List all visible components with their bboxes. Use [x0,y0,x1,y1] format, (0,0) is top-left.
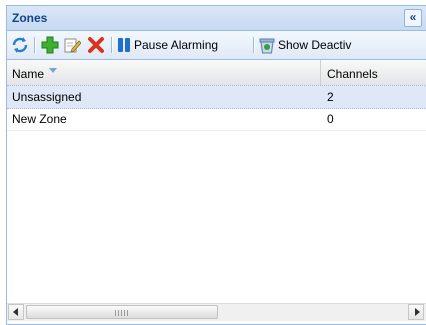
column-header-channels[interactable]: Channels [321,60,426,86]
panel-title: Zones [12,11,48,25]
grip-icon [115,310,129,316]
scroll-right-button[interactable] [408,304,424,320]
chevron-left-icon [13,308,18,316]
show-deactivated-button[interactable]: Show Deactiv [259,36,351,54]
show-deactivated-label: Show Deactiv [278,38,352,52]
refresh-icon [12,37,28,53]
sort-down-icon [49,68,57,73]
add-button[interactable] [41,36,59,54]
toolbar-separator [111,37,112,53]
column-header-channels-label: Channels [327,67,378,81]
add-icon [41,36,59,54]
pause-alarming-label: Pause Alarming [134,38,219,52]
horizontal-scrollbar[interactable] [7,303,426,321]
table-row[interactable]: New Zone 0 [7,108,426,131]
edit-button[interactable] [63,36,81,54]
scrollbar-thumb[interactable] [26,305,218,319]
table-row[interactable]: Unsassigned 2 [7,85,426,109]
chevron-right-icon [415,308,420,316]
pause-icon [118,38,130,52]
refresh-button[interactable] [11,36,29,54]
column-header-name[interactable]: Name [7,60,321,86]
delete-icon [88,37,104,53]
toolbar-separator [34,37,35,53]
column-header-name-label: Name [12,67,45,81]
delete-button[interactable] [87,36,105,54]
edit-icon [64,38,81,53]
scroll-left-button[interactable] [8,304,24,320]
trash-icon [259,38,275,54]
grid-header: Name Channels [7,60,426,87]
toolbar-separator [253,37,254,53]
zone-name-cell: Unsassigned [12,90,82,104]
pause-alarming-button[interactable]: Pause Alarming [117,36,218,54]
zone-name-cell: New Zone [12,112,67,126]
channels-cell: 0 [327,112,334,126]
collapse-button[interactable]: « [404,9,422,27]
toolbar: Pause Alarming Show Deactiv [7,31,426,60]
zones-panel: Zones « Pause Alarming Show Deactiv Name… [6,5,426,325]
channels-cell: 2 [327,90,334,104]
panel-header: Zones « [7,6,426,31]
